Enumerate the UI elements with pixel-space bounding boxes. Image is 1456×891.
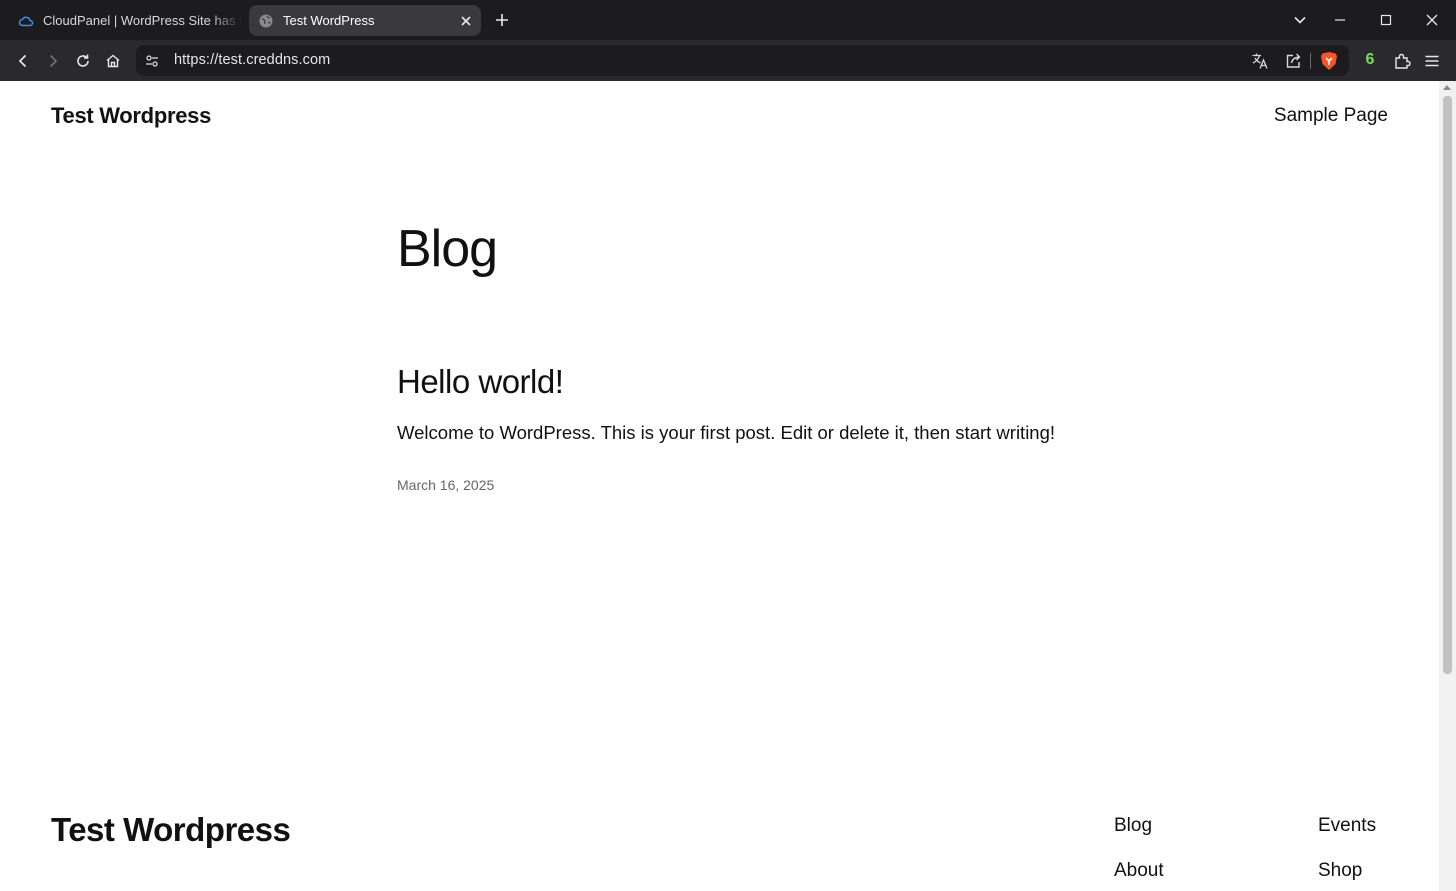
browser-toolbar: https://test.creddns.com 6 — [0, 40, 1456, 81]
brave-shields-icon[interactable] — [1317, 49, 1341, 73]
globe-icon — [258, 13, 274, 29]
tab-cloudpanel[interactable]: CloudPanel | WordPress Site has b — [10, 5, 242, 36]
scrollbar-thumb[interactable] — [1443, 96, 1452, 674]
scroll-up-arrow-icon[interactable] — [1443, 85, 1451, 90]
footer-link-events[interactable]: Events — [1318, 815, 1376, 837]
footer-link-blog[interactable]: Blog — [1114, 815, 1152, 837]
divider — [1310, 53, 1311, 69]
home-icon[interactable] — [99, 47, 127, 75]
tab-test-wordpress[interactable]: Test WordPress — [249, 5, 481, 36]
forward-icon[interactable] — [39, 47, 67, 75]
address-bar[interactable]: https://test.creddns.com — [136, 45, 1349, 76]
extensions-icon[interactable] — [1388, 47, 1416, 75]
cloud-icon — [18, 13, 34, 29]
tab-strip: CloudPanel | WordPress Site has b Test W… — [0, 0, 1456, 40]
new-tab-icon[interactable] — [491, 9, 513, 31]
maximize-icon[interactable] — [1372, 6, 1400, 34]
page-viewport: Test Wordpress Sample Page Blog Hello wo… — [1, 81, 1439, 891]
nav-sample-page[interactable]: Sample Page — [1274, 105, 1388, 127]
back-icon[interactable] — [9, 47, 37, 75]
page-title: Blog — [397, 220, 498, 278]
page-scrollbar[interactable] — [1439, 81, 1456, 891]
post-date[interactable]: March 16, 2025 — [397, 477, 494, 493]
site-title[interactable]: Test Wordpress — [51, 103, 211, 129]
footer-site-title[interactable]: Test Wordpress — [51, 811, 291, 849]
tab-title: Test WordPress — [283, 13, 375, 28]
site-settings-icon[interactable] — [140, 49, 164, 73]
footer-link-about[interactable]: About — [1114, 860, 1164, 882]
share-icon[interactable] — [1281, 49, 1305, 73]
tab-title: CloudPanel | WordPress Site has b — [43, 13, 242, 28]
menu-icon[interactable] — [1418, 47, 1446, 75]
post-title[interactable]: Hello world! — [397, 363, 564, 401]
url-text[interactable]: https://test.creddns.com — [174, 45, 330, 76]
reload-icon[interactable] — [69, 47, 97, 75]
footer-link-shop[interactable]: Shop — [1318, 860, 1362, 882]
post-excerpt: Welcome to WordPress. This is your first… — [397, 422, 1056, 443]
close-window-icon[interactable] — [1418, 6, 1446, 34]
minimize-icon[interactable] — [1326, 6, 1354, 34]
tab-search-chevron-icon[interactable] — [1286, 6, 1314, 34]
extension-count-badge[interactable]: 6 — [1359, 48, 1381, 72]
translate-icon[interactable] — [1248, 49, 1272, 73]
close-tab-icon[interactable] — [455, 10, 477, 32]
